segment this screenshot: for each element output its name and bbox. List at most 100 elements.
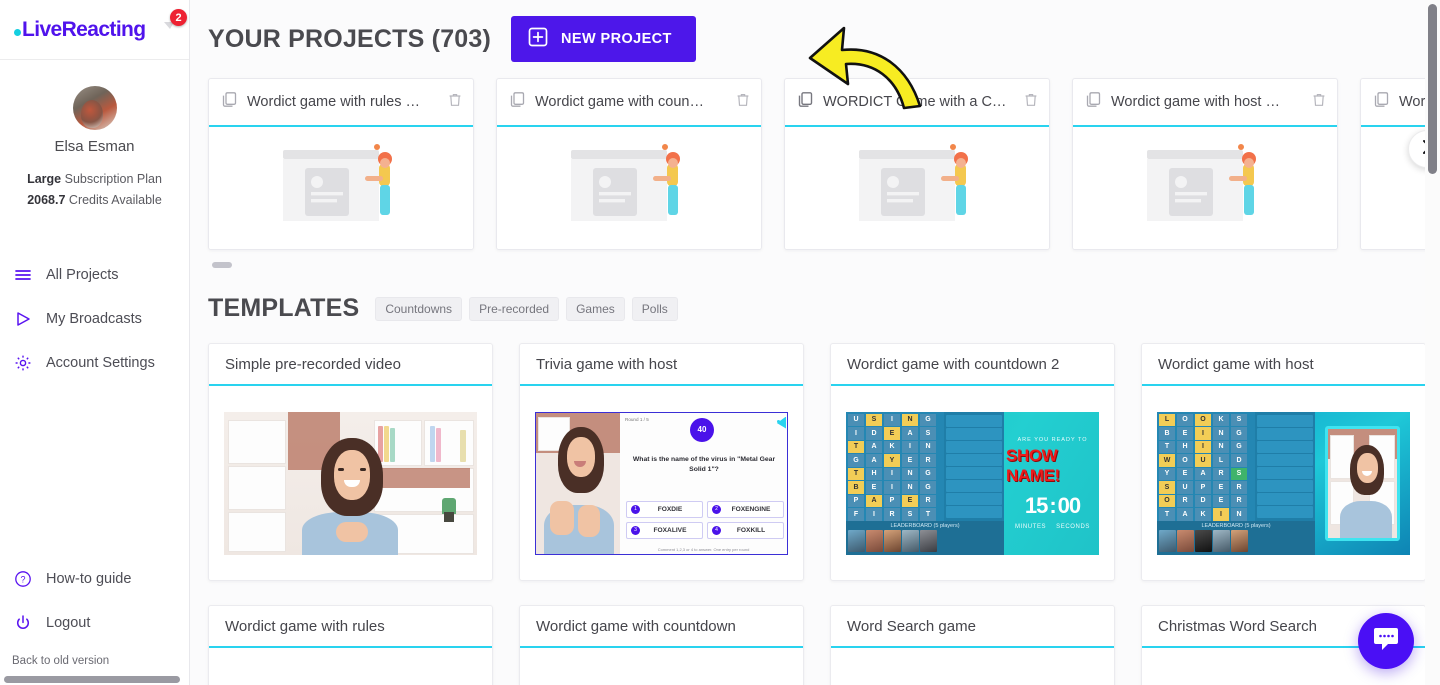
avatar[interactable] (72, 86, 117, 130)
project-card[interactable]: Wordict game with host … (1072, 78, 1338, 250)
sidebar-item-how-to-guide[interactable]: ? How-to guide (0, 557, 190, 601)
answer-number: 2 (712, 504, 721, 514)
power-icon (14, 614, 32, 632)
template-title: Wordict game with countdown 2 (831, 344, 1114, 386)
player-rows (944, 411, 1004, 521)
project-title: Wordict game with host … (1111, 94, 1280, 110)
answer-number: 1 (631, 504, 640, 514)
template-card[interactable]: Wordict game with countdown (519, 605, 804, 685)
project-card-header: Wordict game with rules … (209, 79, 473, 127)
sidebar-item-label: My Broadcasts (46, 311, 142, 327)
project-thumbnail (785, 127, 1049, 249)
page-title: YOUR PROJECTS (703) (208, 24, 492, 53)
project-title: Wordict game with rules … (247, 94, 420, 110)
template-thumbnail (209, 386, 492, 580)
chat-widget-button[interactable] (1358, 613, 1414, 669)
copy-icon[interactable] (797, 91, 814, 113)
answer-number: 4 (712, 525, 721, 535)
sidebar-item-label: Logout (46, 615, 91, 631)
play-triangle-icon (14, 310, 32, 328)
trivia-timer: 40 (690, 417, 714, 442)
trash-icon[interactable] (1311, 92, 1327, 113)
profile-block: Elsa Esman Large Subscription Plan 2068.… (0, 60, 189, 211)
project-card[interactable]: Wordict game with coun… (496, 78, 762, 250)
template-card[interactable]: Simple pre-recorded video (208, 343, 493, 581)
template-title: Wordict game with host (1142, 344, 1425, 386)
project-card[interactable]: Wordict game with rules … (208, 78, 474, 250)
template-card[interactable]: Word Search game (830, 605, 1115, 685)
answer-label: FOXALIVE (653, 526, 687, 534)
template-thumbnail (520, 648, 803, 685)
filter-chip-countdowns[interactable]: Countdowns (375, 296, 463, 321)
project-thumbnail (497, 127, 761, 249)
horizontal-scrollbar-projects[interactable] (212, 262, 232, 268)
plus-square-icon (528, 27, 548, 51)
sidebar-item-my-broadcasts[interactable]: My Broadcasts (0, 297, 189, 341)
copy-icon[interactable] (1373, 91, 1390, 113)
countdown-units-minutes: MINUTES (1014, 523, 1047, 530)
sidebar-item-logout[interactable]: Logout (0, 601, 190, 645)
placeholder-illustration-icon (283, 144, 392, 221)
template-title: Word Search game (831, 606, 1114, 648)
templates-grid: Simple pre-recorded video Trivia game wi… (208, 343, 1440, 685)
countdown-units-seconds: SECONDS (1056, 523, 1091, 530)
trash-icon[interactable] (447, 92, 463, 113)
horizontal-scrollbar-sidebar[interactable] (4, 676, 180, 683)
project-card[interactable]: WORDICT Game with a C… (784, 78, 1050, 250)
copy-icon[interactable] (1085, 91, 1102, 113)
trivia-answer[interactable]: 1 FOXDIE (626, 500, 703, 518)
project-title: Wordict game with coun… (535, 94, 704, 110)
new-project-label: NEW PROJECT (561, 31, 672, 47)
brand-logo[interactable]: LiveReacting 2 (0, 0, 189, 60)
trivia-thumb: Round 1 / 5 40 What is the name of the v… (535, 411, 788, 555)
credits-value: 2068.7 (27, 193, 66, 207)
template-card[interactable]: Wordict game with host LOOKS BEING THING… (1141, 343, 1426, 581)
trivia-answer[interactable]: 3 FOXALIVE (626, 521, 703, 539)
vertical-scrollbar[interactable] (1428, 4, 1437, 174)
template-title: Wordict game with rules (209, 606, 492, 648)
copy-icon[interactable] (221, 91, 238, 113)
question-circle-icon: ? (14, 570, 32, 588)
sidebar-item-label: All Projects (46, 267, 119, 283)
copy-icon[interactable] (509, 91, 526, 113)
project-thumbnail (1073, 127, 1337, 249)
sidebar: LiveReacting 2 Elsa Esman Large Subscrip… (0, 0, 190, 685)
main-content: YOUR PROJECTS (703) NEW PROJECT Wordict … (190, 0, 1440, 685)
template-card[interactable]: Wordict game with countdown 2 USING IDEA… (830, 343, 1115, 581)
sidebar-bottom-nav: ? How-to guide Logout Back to old versio… (0, 557, 190, 667)
svg-text:?: ? (20, 575, 25, 585)
sidebar-item-label: How-to guide (46, 571, 132, 587)
host-video-thumb (224, 411, 477, 555)
template-title: Wordict game with countdown (520, 606, 803, 648)
notification-badge[interactable]: 2 (170, 9, 187, 26)
credits-suffix: Credits Available (65, 193, 162, 207)
leaderboard: LEADERBOARD (5 players) (846, 520, 1004, 555)
templates-header: TEMPLATES Countdowns Pre-recorded Games … (208, 294, 1440, 323)
trivia-round: Round 1 / 5 (625, 416, 649, 422)
leaderboard: LEADERBOARD (5 players) (1157, 520, 1315, 555)
template-card[interactable]: Wordict game with rules (208, 605, 493, 685)
trivia-answer[interactable]: 4 FOXKILL (707, 521, 784, 539)
new-project-button[interactable]: NEW PROJECT (511, 16, 696, 62)
answer-label: FOXDIE (657, 505, 683, 513)
back-to-old-version-link[interactable]: Back to old version (0, 645, 190, 667)
sidebar-item-all-projects[interactable]: All Projects (0, 253, 189, 297)
plan-suffix: Subscription Plan (61, 172, 162, 186)
countdown-minutes: 15 (1024, 492, 1049, 518)
trash-icon[interactable] (1023, 92, 1039, 113)
trivia-answer[interactable]: 2 FOXENGINE (707, 500, 784, 518)
subscription-plan: Large Subscription Plan (0, 169, 189, 190)
menu-lines-icon (14, 266, 32, 284)
trash-icon[interactable] (735, 92, 751, 113)
filter-chip-polls[interactable]: Polls (631, 296, 678, 321)
project-thumbnail (209, 127, 473, 249)
sidebar-nav: All Projects My Broadcasts Account Setti… (0, 253, 189, 385)
filter-chip-games[interactable]: Games (566, 296, 625, 321)
template-card[interactable]: Trivia game with host Round 1 / 5 40 Wha… (519, 343, 804, 581)
filter-chip-pre-recorded[interactable]: Pre-recorded (469, 296, 560, 321)
app-root: LiveReacting 2 Elsa Esman Large Subscrip… (0, 0, 1440, 685)
gear-icon (14, 354, 32, 372)
template-thumbnail: LOOKS BEING THING WOULD YEARS SUPER ORDE… (1142, 386, 1425, 580)
sidebar-item-account-settings[interactable]: Account Settings (0, 341, 189, 385)
templates-title: TEMPLATES (208, 294, 360, 322)
